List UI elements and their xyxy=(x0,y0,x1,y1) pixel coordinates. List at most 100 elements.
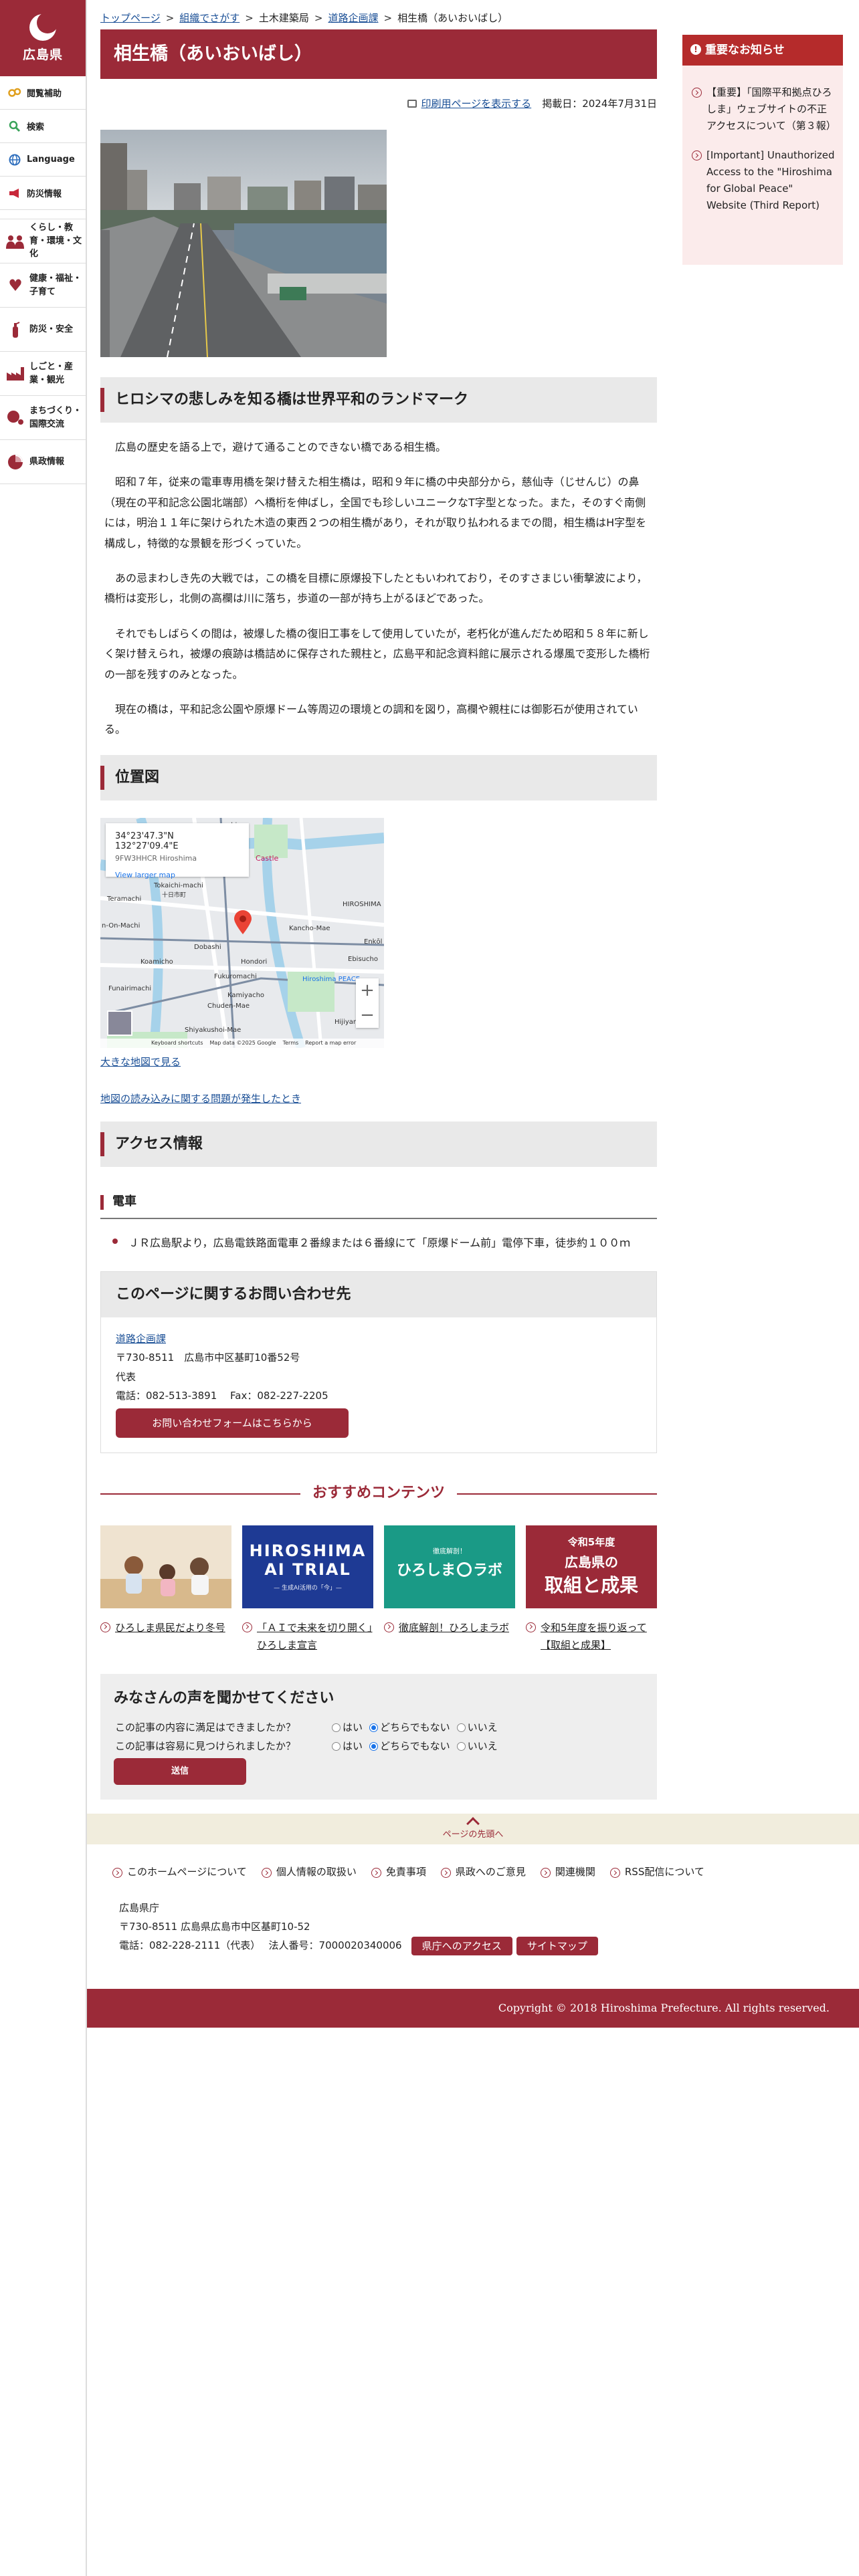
terms-link[interactable]: Terms xyxy=(283,1040,299,1046)
survey-question: この記事は容易に見つけられましたか？ はい どちらでもない いいえ xyxy=(114,1737,644,1755)
sitemap-button[interactable]: サイトマップ xyxy=(516,1936,598,1955)
sidebar-item-disaster-info[interactable]: 防災情報 xyxy=(0,177,86,210)
map-problem-link[interactable]: 地図の読み込みに関する問題が発生したとき xyxy=(100,1093,301,1105)
larger-map-link[interactable]: 大きな地図で見る xyxy=(100,1056,181,1068)
keyboard-shortcuts-link[interactable]: Keyboard shortcuts xyxy=(151,1040,203,1046)
map-label: Ebisucho xyxy=(348,955,378,963)
footer-links: このホームページについて 個人情報の取扱い 免責事項 県政へのご意見 関連機関 … xyxy=(112,1864,719,1879)
sidebar-category-safety[interactable]: 防災・安全 xyxy=(0,308,86,352)
access-heading: アクセス情報 xyxy=(100,1121,657,1167)
access-button[interactable]: 県庁へのアクセス xyxy=(411,1936,512,1955)
footer-link[interactable]: 県政へのご意見 xyxy=(456,1864,526,1879)
survey-submit-button[interactable]: 送信 xyxy=(114,1758,246,1786)
people-icon xyxy=(5,231,25,251)
print-link[interactable]: 印刷用ページを表示する xyxy=(421,98,531,110)
accessibility-icon xyxy=(8,86,21,100)
sidebar-category-label: まちづくり・国際交流 xyxy=(29,406,82,429)
report-map-error-link[interactable]: Report a map error xyxy=(305,1040,356,1046)
sidebar-item-language[interactable]: Language xyxy=(0,143,86,177)
globe-people-icon xyxy=(5,408,25,428)
breadcrumb-top[interactable]: トップページ xyxy=(100,12,161,24)
recommended-link[interactable]: 「ＡＩで未来を切り開く」ひろしま宣言 xyxy=(257,1619,373,1654)
footer-link[interactable]: 免責事項 xyxy=(386,1864,426,1879)
sidebar-item-search[interactable]: 検索 xyxy=(0,110,86,143)
recommended-card[interactable]: 徹底解剖！ ひろしま ラボ 徹底解剖！ひろしまラボ xyxy=(384,1525,515,1654)
sidebar-item-label: 閲覧補助 xyxy=(27,89,62,99)
arrow-circle-icon xyxy=(100,1622,110,1632)
radio-yes[interactable]: はい xyxy=(332,1718,363,1737)
footer-phone: 電話：082-228-2111（代表） 法人番号：7000020340006 xyxy=(119,1939,402,1951)
map-label: Hijiyar xyxy=(335,1018,357,1026)
recommended-card[interactable]: ひろしま県民だより冬号 xyxy=(100,1525,231,1654)
site-logo[interactable]: 広島県 xyxy=(0,0,86,76)
important-notice: ! 重要なお知らせ 【重要】「国際平和拠点ひろしま」ウェブサイトの不正アクセスにつ… xyxy=(682,35,843,265)
arrow-circle-icon xyxy=(609,1868,620,1878)
notice-item[interactable]: 【重要】「国際平和拠点ひろしま」ウェブサイトの不正アクセスについて（第３報） xyxy=(682,84,843,134)
inquiry-phone: 電話：082-513-3891 Fax：082-227-2205 xyxy=(116,1390,328,1402)
logo-text: 広島県 xyxy=(22,47,63,62)
footer-link[interactable]: 個人情報の取扱い xyxy=(276,1864,357,1879)
sidebar: 広島県 閲覧補助 検索 Language 防災情報 くらし・教育・環境・文化 ♥… xyxy=(0,0,87,2576)
inquiry-dept-link[interactable]: 道路企画課 xyxy=(116,1333,166,1345)
recommended-grid: ひろしま県民だより冬号 HIROSHIMA AI TRIAL — 生成AI活用の… xyxy=(100,1525,657,1654)
footer-link[interactable]: このホームページについて xyxy=(127,1864,247,1879)
arrow-circle-icon xyxy=(692,88,702,98)
breadcrumb-organization[interactable]: 組織でさがす xyxy=(179,12,240,24)
sidebar-category-life[interactable]: くらし・教育・環境・文化 xyxy=(0,219,86,263)
footer-link[interactable]: 関連機関 xyxy=(555,1864,595,1879)
recommended-link[interactable]: 徹底解剖！ひろしまラボ xyxy=(399,1619,509,1636)
arrow-circle-icon xyxy=(540,1868,551,1878)
recommended-banner-image xyxy=(100,1525,231,1608)
radio-no[interactable]: いいえ xyxy=(456,1718,498,1737)
zoom-in-button[interactable]: + xyxy=(356,978,379,1003)
sidebar-category-work[interactable]: しごと・産業・観光 xyxy=(0,352,86,396)
location-heading: 位置図 xyxy=(100,754,657,800)
arrow-circle-icon xyxy=(384,1622,394,1632)
factory-icon xyxy=(5,364,25,384)
breadcrumb-bureau: 土木建築局 xyxy=(258,12,309,24)
map-label: Enkōl xyxy=(364,938,383,946)
embedded-map[interactable]: Castle Tokaichi-machi 十日市町 Kancho-Mae HI… xyxy=(100,817,384,1048)
sidebar-category-label: くらし・教育・環境・文化 xyxy=(29,223,82,259)
footer-org: 広島県庁 xyxy=(119,1902,160,1914)
recommended-link[interactable]: ひろしま県民だより冬号 xyxy=(115,1619,225,1636)
footer-link[interactable]: RSS配信について xyxy=(625,1864,704,1879)
page-top-button[interactable]: ページの先頭へ xyxy=(87,1814,859,1844)
notice-item[interactable]: [Important] Unauthorized Access to the "… xyxy=(682,147,843,213)
street-view-icon[interactable] xyxy=(107,1010,132,1036)
main-content: トップページ > 組織でさがす > 土木建築局 > 道路企画課 > 相生橋（あいおいばし） 相生… xyxy=(100,0,657,1800)
recommended-link[interactable]: 令和5年度を振り返って【取組と成果】 xyxy=(541,1619,657,1654)
map-label: n-On-Machi xyxy=(102,922,140,930)
breadcrumb-division[interactable]: 道路企画課 xyxy=(328,12,378,24)
sidebar-item-accessibility[interactable]: 閲覧補助 xyxy=(0,76,86,110)
logo-mark-icon xyxy=(29,11,58,41)
map-plus-code: 9FW3HHCR Hiroshima xyxy=(115,853,197,863)
radio-yes[interactable]: はい xyxy=(332,1737,363,1755)
sidebar-category-community[interactable]: まちづくり・国際交流 xyxy=(0,396,86,440)
map-label: Dobashi xyxy=(194,943,221,951)
paragraph: あの忌まわしき先の大戦では，この橋を目標に原爆投下したともいわれており，そのすさ… xyxy=(104,571,648,605)
recommended-card[interactable]: HIROSHIMA AI TRIAL — 生成AI活用の「今」— 「ＡＩで未来を… xyxy=(242,1525,373,1654)
map-label: Funairimachi xyxy=(108,984,152,992)
zoom-out-button[interactable]: − xyxy=(356,1003,379,1028)
sidebar-category-health[interactable]: ♥ 健康・福祉・子育て xyxy=(0,263,86,308)
globe-icon xyxy=(8,153,21,167)
arrow-circle-icon xyxy=(242,1622,252,1632)
recommended-card[interactable]: 令和5年度 広島県の 取組と成果 令和5年度を振り返って【取組と成果】 xyxy=(526,1525,657,1654)
radio-neutral[interactable]: どちらでもない xyxy=(369,1718,450,1737)
radio-no[interactable]: いいえ xyxy=(456,1737,498,1755)
inquiry-form-button[interactable]: お問い合わせフォームはこちらから xyxy=(116,1408,349,1438)
inquiry-box: このページに関するお問い合わせ先 道路企画課 〒730-8511 広島市中区基町… xyxy=(100,1271,657,1453)
sidebar-category-government[interactable]: 県政情報 xyxy=(0,440,86,484)
map-coordinates: 34°23'47.3"N 132°27'09.4"E xyxy=(115,831,179,851)
map-label: Castle xyxy=(256,853,279,863)
sidebar-category-label: しごと・産業・観光 xyxy=(29,362,74,385)
survey-heading: みなさんの声を聞かせてください xyxy=(114,1690,335,1707)
radio-neutral[interactable]: どちらでもない xyxy=(369,1737,450,1755)
notice-heading: ! 重要なお知らせ xyxy=(682,35,843,66)
view-larger-map-link[interactable]: View larger map xyxy=(115,871,240,879)
survey-question: この記事の内容に満足はできましたか？ はい どちらでもない いいえ xyxy=(114,1718,644,1737)
map-label: Chuden-Mae xyxy=(207,1002,250,1010)
paragraph: 昭和７年，従来の電車専用橋を架け替えた相生橋は，昭和９年に橋の中央部分から，慈仙… xyxy=(104,475,647,550)
search-icon xyxy=(8,120,21,133)
